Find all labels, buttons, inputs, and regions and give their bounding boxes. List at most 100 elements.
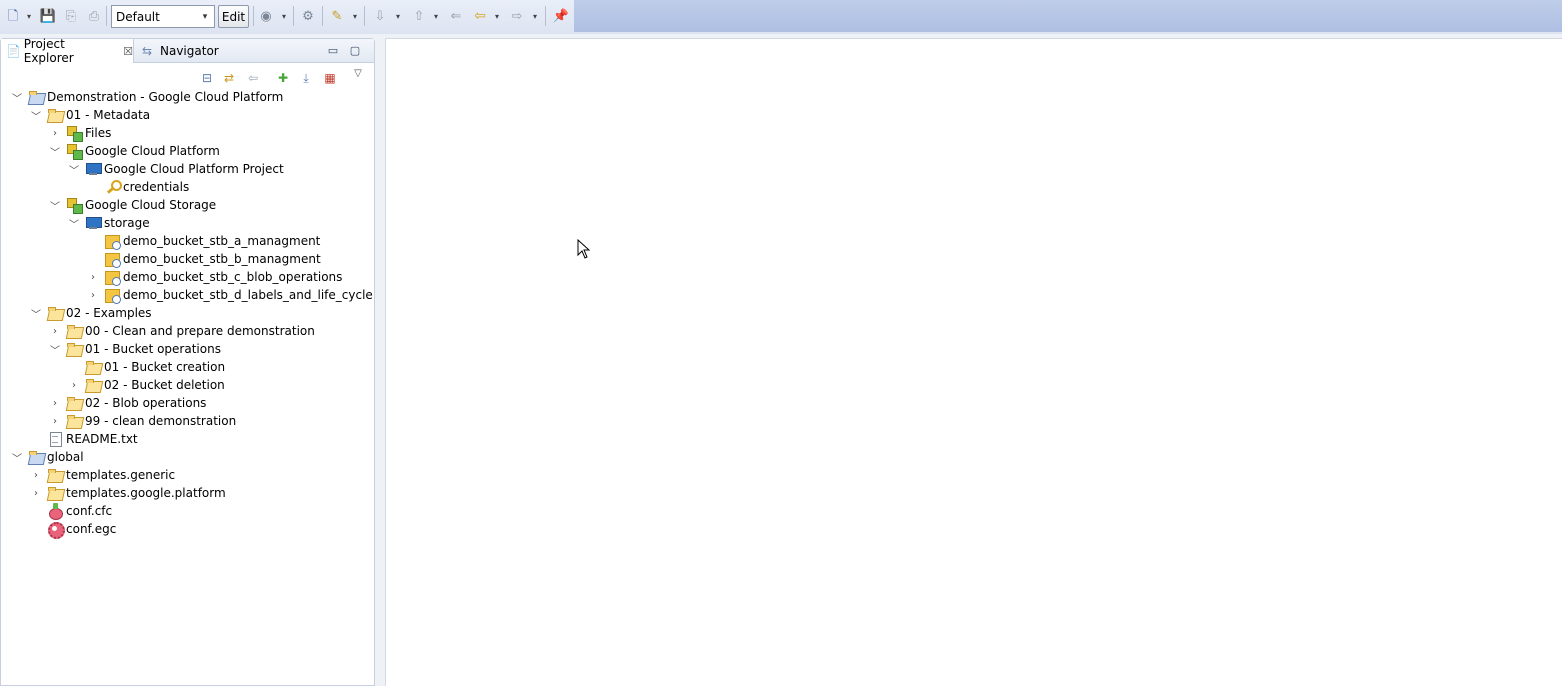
back-dropdown-icon[interactable]: ▾ — [493, 9, 501, 23]
chevron-down-icon[interactable]: ﹀ — [67, 160, 81, 178]
chevron-right-icon[interactable]: › — [29, 466, 43, 484]
next-annotation-icon[interactable]: ⇩ — [371, 7, 389, 25]
tree-item[interactable]: ﹀ 02 - Examples — [29, 304, 152, 322]
chevron-down-icon[interactable]: ▾ — [198, 9, 212, 24]
debug-icon[interactable]: ⚙ — [299, 7, 317, 25]
tree-item[interactable]: ﹀ Google Cloud Platform Project — [67, 160, 284, 178]
back-icon[interactable]: ⇦ — [471, 7, 489, 25]
perspective-select[interactable]: Default ▾ — [111, 5, 215, 28]
folder-open-icon — [47, 107, 63, 123]
run-dropdown-icon[interactable]: ▾ — [280, 9, 288, 23]
tree-item[interactable]: demo_bucket_stb_a_managment — [86, 232, 320, 250]
tree-item-label: credentials — [123, 180, 190, 194]
chevron-down-icon[interactable]: ﹀ — [48, 196, 62, 214]
tree-item[interactable]: › 02 - Blob operations — [48, 394, 206, 412]
tree-item[interactable]: 01 - Bucket creation — [67, 358, 225, 376]
tab-navigator[interactable]: ⇆ Navigator — [137, 39, 237, 63]
panel-sash[interactable] — [375, 38, 385, 686]
pin-icon[interactable]: 📌 — [552, 7, 570, 25]
link-with-editor-icon[interactable]: ⇄ — [221, 70, 237, 86]
run-icon[interactable]: ◉ — [257, 7, 275, 25]
chevron-down-icon[interactable]: ﹀ — [10, 448, 24, 466]
hierarchy-icon[interactable]: ▦ — [322, 70, 338, 86]
tree-item[interactable]: › templates.google.platform — [29, 484, 226, 502]
close-icon[interactable]: ☒ — [123, 45, 133, 58]
chevron-right-icon[interactable]: › — [86, 286, 100, 304]
tree-item-label: templates.generic — [66, 468, 176, 482]
tree-item[interactable]: › 99 - clean demonstration — [48, 412, 236, 430]
tree-item[interactable]: › Files — [48, 124, 111, 142]
chevron-down-icon[interactable]: ﹀ — [48, 142, 62, 160]
tree-item[interactable]: credentials — [86, 178, 189, 196]
chevron-right-icon[interactable]: › — [67, 376, 81, 394]
tree-item[interactable]: README.txt — [29, 430, 138, 448]
tab-label: Project Explorer — [23, 37, 74, 65]
tree-item-label: conf.egc — [66, 522, 117, 536]
edit-button[interactable]: Edit — [218, 5, 249, 28]
tree-item-label: Google Cloud Platform Project — [104, 162, 284, 176]
tree-item[interactable]: conf.egc — [29, 520, 117, 539]
toolbar-separator — [106, 6, 107, 26]
import-icon[interactable]: ⤓ — [298, 70, 314, 86]
chevron-down-icon[interactable]: ﹀ — [29, 106, 43, 124]
back-icon[interactable]: ⇦ — [245, 70, 261, 86]
tree-item[interactable]: ﹀ Google Cloud Platform — [48, 142, 220, 160]
tree-item[interactable]: › demo_bucket_stb_c_blob_operations — [86, 268, 342, 286]
chevron-right-icon[interactable]: › — [86, 268, 100, 286]
new-connection-icon[interactable]: ✚ — [275, 70, 291, 86]
tab-project-explorer[interactable]: 📄 Project Explorer ☒ — [1, 37, 134, 65]
folder-open-icon — [66, 395, 82, 411]
tree-item[interactable]: › demo_bucket_stb_d_labels_and_life_cycle — [86, 286, 373, 304]
tree-item[interactable]: ﹀ 01 - Bucket operations — [48, 340, 221, 358]
tree-item[interactable]: › 02 - Bucket deletion — [67, 376, 225, 394]
tree-item[interactable]: ﹀ 01 - Metadata — [29, 106, 150, 124]
previous-annotation-icon[interactable]: ⇧ — [410, 7, 428, 25]
minimize-icon[interactable]: ▭ — [326, 43, 340, 57]
forward-icon[interactable]: ⇨ — [508, 7, 526, 25]
tree-item-label: demo_bucket_stb_a_managment — [123, 234, 321, 248]
tree-item[interactable]: › 00 - Clean and prepare demonstration — [48, 322, 315, 340]
previous-annotation-dropdown-icon[interactable]: ▾ — [432, 9, 440, 23]
chevron-right-icon[interactable]: › — [48, 394, 62, 412]
tree-item[interactable]: conf.cfc — [29, 502, 112, 520]
next-annotation-dropdown-icon[interactable]: ▾ — [394, 9, 402, 23]
egc-file-icon — [47, 521, 65, 539]
tree-item[interactable]: ﹀ storage — [67, 214, 150, 232]
tree-item[interactable]: › templates.generic — [29, 466, 175, 484]
print-icon[interactable]: ⎙ — [85, 7, 103, 25]
chevron-down-icon[interactable]: ﹀ — [29, 304, 43, 322]
tool-dropdown-icon[interactable]: ▾ — [351, 9, 359, 23]
folder-open-icon — [47, 485, 63, 501]
chevron-right-icon[interactable]: › — [48, 124, 62, 142]
tree-item[interactable]: ﹀ Demonstration - Google Cloud Platform — [10, 88, 283, 106]
toolbar-separator — [293, 6, 294, 26]
tree-item-label: 99 - clean demonstration — [85, 414, 237, 428]
save-all-icon[interactable]: ⎘ — [62, 7, 80, 25]
chevron-right-icon[interactable]: › — [48, 412, 62, 430]
chevron-down-icon[interactable]: ﹀ — [67, 214, 81, 232]
new-dropdown-icon[interactable]: ▾ — [25, 9, 33, 23]
tree-item-label: templates.google.platform — [66, 486, 226, 500]
collapse-all-icon[interactable]: ⊟ — [199, 70, 215, 86]
save-icon[interactable]: 💾 — [39, 7, 57, 25]
view-menu-icon[interactable]: ▽ — [350, 65, 366, 81]
maximize-icon[interactable]: ▢ — [348, 43, 362, 57]
chevron-right-icon[interactable]: › — [29, 484, 43, 502]
forward-dropdown-icon[interactable]: ▾ — [531, 9, 539, 23]
bucket-icon — [104, 251, 121, 268]
connection-icon — [66, 197, 83, 214]
last-edit-icon[interactable]: ⇐ — [447, 7, 465, 25]
new-icon[interactable]: 🗋 — [4, 7, 22, 25]
tree-item[interactable]: ﹀ Google Cloud Storage — [48, 196, 216, 214]
chevron-down-icon[interactable]: ﹀ — [10, 88, 24, 106]
monitor-icon — [85, 161, 102, 177]
tree-item[interactable]: ﹀ global — [10, 448, 84, 466]
chevron-right-icon[interactable]: › — [48, 322, 62, 340]
tree-item[interactable]: demo_bucket_stb_b_managment — [86, 250, 321, 268]
chevron-down-icon[interactable]: ﹀ — [48, 340, 62, 358]
tool-icon[interactable]: ✎ — [328, 7, 346, 25]
